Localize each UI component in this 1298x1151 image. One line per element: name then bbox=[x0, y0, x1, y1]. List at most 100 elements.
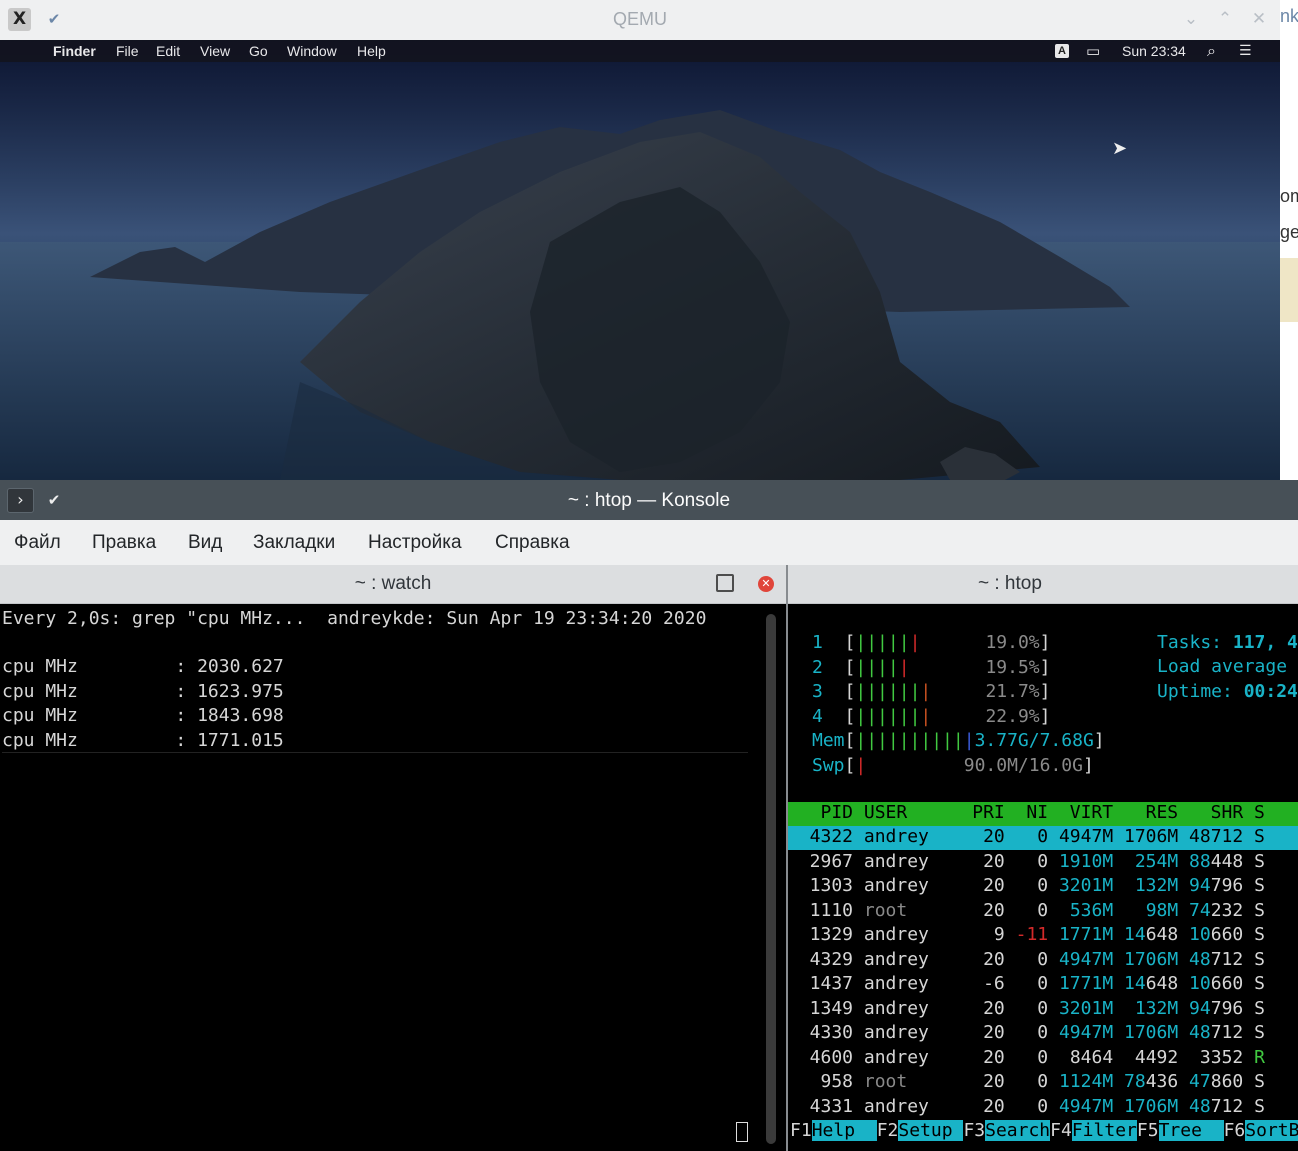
cell bbox=[1048, 875, 1059, 896]
swap-value: 90.0M/16.0G bbox=[963, 755, 1083, 776]
menu-bookmarks[interactable]: Закладки bbox=[253, 532, 335, 554]
cell: 132M bbox=[1134, 875, 1179, 896]
display-icon[interactable]: ▭ bbox=[1086, 42, 1100, 60]
cell: 1437 bbox=[788, 973, 864, 994]
cpu-bar: | bbox=[920, 705, 932, 727]
cell: 0 bbox=[1004, 826, 1049, 847]
maximize-icon[interactable]: ⌃ bbox=[1214, 8, 1236, 30]
cell: andrey bbox=[863, 973, 962, 994]
cpu-meter: 2 [||||| 19.5%] bbox=[812, 657, 1050, 678]
cpu-meter: 3 [||||||| 21.7%] bbox=[812, 681, 1050, 702]
cell: 132M bbox=[1134, 997, 1179, 1019]
cpu-bar: | bbox=[855, 681, 867, 702]
close-icon[interactable]: ✕ bbox=[1248, 8, 1270, 30]
bracket: ] bbox=[1039, 681, 1051, 702]
menu-help[interactable]: Справка bbox=[495, 532, 570, 554]
cell bbox=[1178, 826, 1189, 847]
watch-terminal[interactable]: Every 2,0s: grep "cpu MHz... andreykde: … bbox=[0, 604, 786, 1151]
minimize-icon[interactable]: ⌄ bbox=[1180, 8, 1202, 30]
cell: 660 bbox=[1210, 973, 1244, 994]
bg-window-fragment: nk bbox=[1280, 6, 1298, 26]
bg-window-highlight bbox=[1280, 258, 1298, 322]
cell: 796 bbox=[1210, 997, 1244, 1019]
cell bbox=[1048, 851, 1059, 872]
cell bbox=[1113, 851, 1135, 872]
menu-settings[interactable]: Настройка bbox=[368, 532, 462, 554]
htop-terminal[interactable]: 1 [|||||| 19.0%] 2 [||||| 19.5%] 3 [||||||… bbox=[788, 604, 1298, 1151]
cell bbox=[1048, 900, 1070, 921]
cpu-bar: | bbox=[877, 656, 888, 678]
fkey-button[interactable]: SortBy bbox=[1245, 1120, 1298, 1141]
table-row[interactable]: 4322 andrey 20 0 4947M 1706M 48712 S bbox=[788, 826, 1298, 850]
cell bbox=[1113, 900, 1146, 921]
fkey-button[interactable]: Help bbox=[811, 1120, 877, 1141]
table-row[interactable]: 1110 root 20 0 536M 98M 74232 S bbox=[788, 900, 1298, 924]
tab-watch[interactable]: ~ : watch ✕ bbox=[0, 565, 786, 604]
fkey-button[interactable]: Search bbox=[985, 1120, 1051, 1141]
cell bbox=[1048, 826, 1059, 847]
cpu-bar: | bbox=[887, 705, 899, 727]
process-table-header[interactable]: PID USER PRI NI VIRT RES SHR S bbox=[788, 802, 1298, 826]
table-row[interactable]: 4330 andrey 20 0 4947M 1706M 48712 S bbox=[788, 1022, 1298, 1046]
swap-meter: Swp[| 90.0M/16.0G] bbox=[812, 755, 1094, 776]
tasks-line: Tasks: 117, 4 bbox=[1157, 632, 1298, 653]
cell bbox=[1178, 924, 1189, 945]
cpu-percent: 19.5% bbox=[985, 656, 1040, 678]
cell: 48 bbox=[1189, 1022, 1211, 1043]
cell: 4330 bbox=[788, 1022, 864, 1043]
table-row[interactable]: 1437 andrey -6 0 1771M 14648 10660 S bbox=[788, 973, 1298, 997]
table-row[interactable]: 2967 andrey 20 0 1910M 254M 88448 S bbox=[788, 851, 1298, 875]
row-text: 4600 andrey 20 0 8464 4492 3352 R bbox=[788, 1047, 1265, 1068]
menu-file[interactable]: Файл bbox=[14, 532, 61, 554]
cpu-bar: | bbox=[898, 681, 910, 702]
input-source-icon[interactable]: A bbox=[1055, 44, 1069, 58]
menu-window[interactable]: Window bbox=[287, 43, 337, 59]
table-row[interactable]: 1303 andrey 20 0 3201M 132M 94796 S bbox=[788, 875, 1298, 899]
cpu-id: 3 bbox=[812, 681, 823, 702]
fkey-button[interactable]: Filter bbox=[1071, 1120, 1137, 1141]
table-row[interactable]: 4331 andrey 20 0 4947M 1706M 48712 S bbox=[788, 1096, 1298, 1120]
table-row[interactable]: 1329 andrey 9 -11 1771M 14648 10660 S bbox=[788, 924, 1298, 948]
window-title: ~ : htop — Konsole bbox=[567, 490, 731, 511]
expand-view-icon[interactable] bbox=[716, 574, 734, 592]
menu-file[interactable]: File bbox=[116, 43, 139, 59]
menu-help[interactable]: Help bbox=[357, 43, 386, 59]
cell: 4322 bbox=[788, 826, 864, 847]
scrollbar[interactable] bbox=[766, 614, 776, 1144]
table-row[interactable]: 1349 andrey 20 0 3201M 132M 94796 S bbox=[788, 998, 1298, 1022]
bracket: [ bbox=[822, 632, 856, 653]
menubar-clock[interactable]: Sun 23:34 bbox=[1122, 43, 1186, 59]
fkey-button[interactable]: Tree bbox=[1158, 1120, 1224, 1141]
fkey-button[interactable]: Setup bbox=[898, 1120, 964, 1141]
close-pane-icon[interactable]: ✕ bbox=[758, 576, 774, 592]
menu-view[interactable]: Вид bbox=[188, 532, 222, 554]
menu-edit[interactable]: Правка bbox=[92, 532, 156, 554]
cell bbox=[1178, 851, 1189, 872]
table-row[interactable]: 958 root 20 0 1124M 78436 47860 S bbox=[788, 1071, 1298, 1095]
menu-go[interactable]: Go bbox=[249, 43, 268, 59]
spotlight-search-icon[interactable]: ⌕ bbox=[1207, 41, 1216, 61]
tab-htop[interactable]: ~ : htop bbox=[788, 565, 1298, 604]
notification-center-icon[interactable]: ☰ bbox=[1239, 43, 1252, 59]
cell bbox=[1178, 1047, 1200, 1068]
bg-window-fragment: ge? bbox=[1280, 222, 1298, 242]
fkey-number: F2 bbox=[876, 1120, 899, 1141]
row-text: 1349 andrey 20 0 3201M 132M 94796 S bbox=[788, 998, 1265, 1019]
cpu-bar: | bbox=[877, 632, 888, 653]
cell: root bbox=[863, 1071, 962, 1092]
table-row[interactable]: 4600 andrey 20 0 8464 4492 3352 R bbox=[788, 1047, 1298, 1071]
tasks-label: Tasks: bbox=[1157, 632, 1223, 653]
row-text: 958 root 20 0 1124M 78436 47860 S bbox=[788, 1071, 1265, 1092]
menu-edit[interactable]: Edit bbox=[156, 43, 180, 59]
cell: 48712 bbox=[1189, 826, 1244, 847]
cpu-percent: 22.9% bbox=[985, 705, 1040, 727]
menu-view[interactable]: View bbox=[200, 43, 230, 59]
table-row[interactable]: 4329 andrey 20 0 4947M 1706M 48712 S bbox=[788, 949, 1298, 973]
cell: andrey bbox=[863, 997, 962, 1019]
menu-finder[interactable]: Finder bbox=[53, 43, 96, 59]
cell: 3201M bbox=[1058, 875, 1114, 896]
cell: 0 bbox=[1004, 997, 1049, 1019]
bracket: ] bbox=[1039, 632, 1051, 653]
window-title: QEMU bbox=[613, 9, 667, 29]
